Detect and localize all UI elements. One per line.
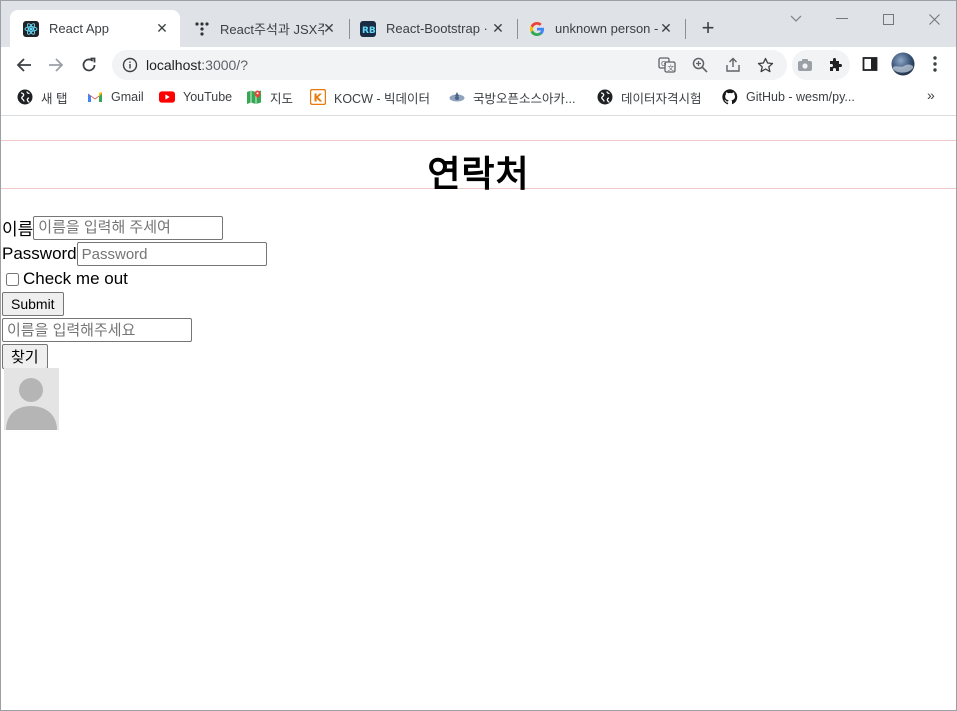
maps-icon [246, 89, 262, 105]
menu-dots-icon[interactable] [925, 54, 945, 74]
checkbox-row: Check me out [2, 269, 128, 289]
password-input[interactable] [76, 242, 267, 266]
bookmark-label: 새 탭 [41, 91, 68, 106]
tab-title: React주석과 JSX주 [220, 22, 324, 37]
name-label: 이름 [2, 220, 34, 239]
avatar [4, 368, 59, 430]
zoom-icon[interactable] [690, 55, 710, 75]
bookmark-label: 데이터자격시험 [621, 91, 702, 106]
share-icon[interactable] [723, 55, 743, 75]
globe-icon [17, 89, 33, 105]
search-name-input[interactable] [2, 318, 192, 342]
google-icon [529, 21, 545, 37]
find-button[interactable]: 찾기 [2, 344, 48, 369]
find-row: 찾기 [2, 344, 48, 369]
close-tab-icon[interactable]: ✕ [154, 20, 170, 36]
tab-separator [349, 19, 350, 39]
submit-row: Submit [2, 292, 64, 316]
tab-title: unknown person - [555, 21, 659, 36]
close-tab-icon[interactable]: ✕ [658, 20, 674, 36]
bookmark-label: KOCW - 빅데이터 [334, 91, 430, 106]
react-icon [23, 20, 39, 37]
bookmark-label: Gmail [111, 90, 144, 104]
checkbox-label: Check me out [23, 269, 128, 288]
globe-icon [597, 89, 613, 105]
bookmark-star-icon[interactable] [755, 55, 775, 75]
tistory-icon [194, 21, 210, 37]
bookmark-gmail[interactable]: Gmail [87, 88, 144, 106]
bookmark-kocw[interactable]: K KOCW - 빅데이터 [310, 88, 430, 106]
react-bootstrap-icon: RB [360, 20, 376, 37]
browser-toolbar: localhost:3000/? G文 [1, 47, 956, 83]
svg-text:RB: RB [362, 26, 376, 36]
close-window-icon[interactable] [919, 9, 949, 29]
submit-button[interactable]: Submit [2, 292, 64, 316]
close-tab-icon[interactable]: ✕ [321, 20, 337, 36]
svg-text:G: G [661, 60, 666, 68]
github-icon [722, 89, 738, 105]
maximize-icon[interactable] [873, 9, 903, 29]
bookmark-data-exam[interactable]: 데이터자격시험 [597, 88, 702, 106]
tab-search-chevron-icon[interactable] [781, 9, 811, 29]
url-text[interactable]: localhost:3000/? [146, 57, 248, 73]
profile-avatar[interactable] [891, 52, 915, 76]
svg-text:文: 文 [668, 63, 675, 72]
password-form-row: Password [2, 242, 267, 266]
translate-icon[interactable]: G文 [657, 55, 677, 75]
tab-title: React App [49, 21, 109, 36]
new-tab-button[interactable]: + [695, 15, 721, 41]
url-path: :3000/? [201, 57, 248, 73]
gmail-icon [87, 89, 103, 105]
tab-google-search[interactable]: unknown person - ✕ [519, 10, 684, 47]
bookmark-label: 지도 [270, 91, 294, 106]
check-me-out-checkbox[interactable] [6, 272, 19, 286]
back-arrow-icon[interactable] [10, 51, 38, 79]
page-title: 연락처 [427, 154, 530, 195]
address-bar[interactable]: localhost:3000/? G文 [112, 50, 787, 80]
tab-separator [685, 19, 686, 39]
url-host: localhost [146, 57, 202, 73]
bookmark-youtube[interactable]: YouTube [159, 88, 232, 106]
bookmark-maps[interactable]: 지도 [246, 88, 293, 106]
bookmarks-bar: 새 탭 Gmail YouTube 지도 K KOCW - 빅데이터 국방오픈소… [1, 83, 956, 111]
site-info-icon[interactable] [122, 57, 138, 73]
svg-text:K: K [314, 92, 323, 105]
password-label: Password [2, 244, 77, 263]
tab-react-bootstrap[interactable]: RB React-Bootstrap · I ✕ [351, 10, 516, 47]
search-row [2, 318, 192, 342]
tab-react-app[interactable]: React App ✕ [10, 10, 180, 47]
minimize-icon[interactable] [827, 9, 857, 29]
kocw-icon: K [310, 89, 326, 105]
name-input[interactable] [33, 215, 224, 240]
academy-icon [449, 89, 465, 105]
camera-icon[interactable] [795, 55, 815, 75]
browser-window: React App ✕ React주석과 JSX주 ✕ RB React-Boo… [0, 0, 957, 711]
default-person-icon [6, 378, 57, 430]
bookmark-label: YouTube [183, 90, 233, 104]
side-panel-icon[interactable] [860, 54, 880, 74]
bookmark-defense-academy[interactable]: 국방오픈소스아카... [449, 88, 575, 106]
tab-strip: React App ✕ React주석과 JSX주 ✕ RB React-Boo… [1, 1, 956, 47]
extensions-group [792, 50, 850, 80]
tab-react-comments[interactable]: React주석과 JSX주 ✕ [182, 10, 347, 47]
bookmark-label: 국방오픈소스아카... [473, 91, 576, 106]
bookmark-github[interactable]: GitHub - wesm/py... [722, 88, 855, 106]
extensions-puzzle-icon[interactable] [825, 55, 845, 75]
tab-title: React-Bootstrap · I [386, 21, 490, 36]
forward-arrow-icon[interactable] [42, 51, 70, 79]
bookmark-new-tab[interactable]: 새 탭 [17, 88, 67, 106]
page-header: 연락처 [1, 140, 956, 195]
bookmark-label: GitHub - wesm/py... [746, 90, 855, 104]
youtube-icon [159, 89, 175, 105]
more-bookmarks-chevron[interactable]: » [927, 87, 935, 103]
page-viewport: 연락처 이름 Password Check me out Submit 찾기 [1, 115, 956, 710]
close-tab-icon[interactable]: ✕ [490, 20, 506, 36]
name-form-row: 이름 [2, 215, 224, 240]
reload-icon[interactable] [75, 51, 103, 79]
tab-separator [517, 19, 518, 39]
